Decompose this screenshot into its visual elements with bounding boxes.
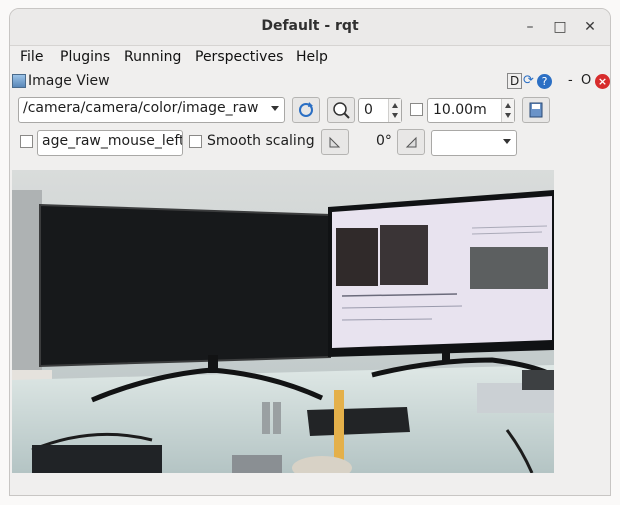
color-scheme-select[interactable] bbox=[431, 130, 517, 156]
rotate-right-button[interactable] bbox=[397, 129, 425, 155]
menu-perspectives[interactable]: Perspectives bbox=[195, 49, 283, 65]
smooth-scaling-checkbox[interactable] bbox=[189, 135, 202, 148]
menu-help[interactable]: Help bbox=[296, 49, 328, 65]
maximize-icon[interactable]: □ bbox=[550, 17, 570, 37]
distance-value: 10.00m bbox=[433, 102, 487, 118]
spin-value: 0 bbox=[364, 102, 373, 118]
help-icon[interactable]: ? bbox=[537, 74, 552, 89]
menu-running[interactable]: Running bbox=[124, 49, 181, 65]
refresh-topics-button[interactable] bbox=[292, 97, 320, 123]
reload-icon[interactable]: ⟳ bbox=[523, 73, 534, 88]
mouse-publish-checkbox[interactable] bbox=[20, 135, 33, 148]
chevron-down-icon bbox=[271, 106, 279, 111]
distance-spinbox[interactable]: 10.00m bbox=[427, 98, 515, 123]
dock-title: Image View bbox=[28, 73, 110, 89]
distance-arrows[interactable] bbox=[501, 99, 514, 122]
topic-select[interactable]: /camera/camera/color/image_raw bbox=[18, 97, 285, 123]
rqt-window: Default - rqt – □ ✕ File Plugins Running… bbox=[9, 8, 611, 496]
menu-plugins[interactable]: Plugins bbox=[60, 49, 110, 65]
camera-image[interactable] bbox=[12, 170, 554, 473]
dock-title-bar: Image View D ⟳ ? - O × bbox=[10, 71, 610, 93]
menu-file[interactable]: File bbox=[20, 49, 43, 65]
chevron-down-icon bbox=[503, 139, 511, 144]
rotate-left-button[interactable] bbox=[321, 129, 349, 155]
spin-arrows[interactable] bbox=[388, 99, 401, 122]
zoom-icon bbox=[333, 102, 350, 119]
image-view-icon bbox=[12, 74, 26, 88]
rotation-label: 0° bbox=[376, 133, 392, 149]
spin-box[interactable]: 0 bbox=[358, 98, 402, 123]
save-image-button[interactable] bbox=[522, 97, 550, 123]
menu-bar: File Plugins Running Perspectives Help bbox=[10, 47, 610, 69]
dock-minus-button[interactable]: - bbox=[568, 73, 573, 88]
save-icon bbox=[529, 102, 543, 118]
status-bar bbox=[10, 473, 610, 495]
dock-close-icon[interactable]: × bbox=[595, 74, 610, 89]
rotate-left-icon bbox=[329, 136, 341, 148]
distance-checkbox[interactable] bbox=[410, 103, 423, 116]
mouse-topic-value: age_raw_mouse_left bbox=[42, 133, 183, 149]
refresh-icon bbox=[299, 102, 313, 117]
mouse-topic-input[interactable]: age_raw_mouse_left bbox=[37, 130, 183, 156]
rotate-right-icon bbox=[405, 136, 417, 148]
title-bar: Default - rqt – □ ✕ bbox=[10, 9, 610, 46]
smooth-scaling-label: Smooth scaling bbox=[207, 133, 315, 149]
dock-d-button[interactable]: D bbox=[507, 73, 523, 89]
zoom-button[interactable] bbox=[327, 97, 355, 123]
topic-value: /camera/camera/color/image_raw bbox=[23, 100, 259, 116]
close-icon[interactable]: ✕ bbox=[580, 17, 600, 37]
camera-image-drawing bbox=[12, 170, 554, 473]
minimize-icon[interactable]: – bbox=[520, 17, 540, 37]
dock-float-button[interactable]: O bbox=[581, 73, 591, 88]
